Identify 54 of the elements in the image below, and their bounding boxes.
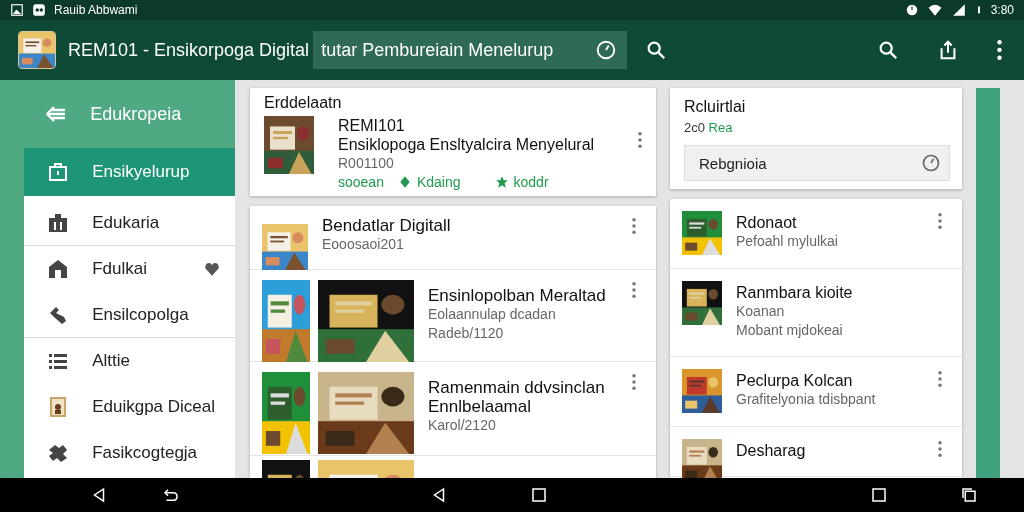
app-icon	[32, 3, 46, 17]
more-icon	[632, 374, 636, 390]
book-title: Ramenmain ddvsinclan Ennlbelaamal	[428, 378, 606, 416]
search-icon	[877, 39, 899, 61]
book-title: Ranmbara kioite	[736, 283, 854, 302]
heart-icon	[203, 260, 221, 278]
more-icon	[997, 40, 1002, 60]
book-code: REMI101	[338, 116, 406, 135]
more-icon	[632, 218, 636, 234]
book-detail: Grafitelyonia tdisbpant	[736, 390, 877, 409]
more-icon	[938, 213, 942, 229]
image-icon	[10, 3, 24, 17]
wifi-icon	[926, 3, 943, 17]
book-detail: Radeb/1120	[428, 324, 505, 343]
book-detail: Mobant mjdokeai	[736, 321, 844, 340]
book-title: Peclurpa Kolcan	[736, 371, 854, 390]
input-field[interactable]: Rebgnioia	[684, 145, 950, 181]
search-icon	[645, 39, 668, 61]
star-icon	[494, 175, 509, 189]
book-title: Desharag	[736, 441, 807, 460]
more-icon	[632, 282, 636, 298]
more-icon	[638, 132, 642, 148]
signal-icon	[950, 3, 967, 17]
book-detail: Eooosaoi201	[322, 235, 405, 254]
tag-label: Kdaing	[416, 174, 461, 190]
search-field[interactable]: tutar Pembureiain Menelurup	[313, 31, 628, 69]
tag-label: sooean	[338, 174, 384, 190]
windows-icon	[960, 486, 978, 504]
book-detail: Karol/2120	[428, 416, 497, 435]
notification-text: Rauib Abbwami	[54, 3, 138, 17]
tag-label: koddr	[513, 174, 549, 190]
book-title: Rdonaot	[736, 213, 798, 232]
count-text: 2c0 Rea	[684, 120, 734, 135]
clock-icon	[921, 153, 941, 173]
more-icon	[938, 441, 942, 457]
card-heading: Erddelaatn	[264, 94, 343, 112]
book-detail: Koanan	[736, 302, 786, 321]
clock-time: 3:80	[990, 3, 1014, 17]
book-title: Ensinlopolban Meraltad	[428, 286, 607, 305]
clock-icon	[595, 39, 618, 61]
app-title: REM101 - Ensikorpoga Digital	[68, 39, 310, 61]
drawer-item[interactable]: Ensikyelurup	[24, 148, 235, 196]
book-detail: Pefoahl mylulkai	[736, 232, 839, 251]
alarm-icon	[904, 3, 919, 17]
square-icon	[530, 486, 548, 504]
more-icon	[938, 371, 942, 387]
card-heading: Rcluirtlai	[684, 98, 747, 116]
drawer-title: Edukropeia	[90, 103, 182, 125]
square-icon	[870, 486, 888, 504]
book-detail: Eolaannulap dcadan	[428, 305, 557, 324]
book-number: R001100	[338, 154, 395, 173]
book-title: Bendatlar Digitall	[322, 216, 452, 235]
undo-icon	[162, 486, 180, 504]
book-title: Ensiklopoga Ensltyalcira Menyelural	[338, 135, 596, 154]
